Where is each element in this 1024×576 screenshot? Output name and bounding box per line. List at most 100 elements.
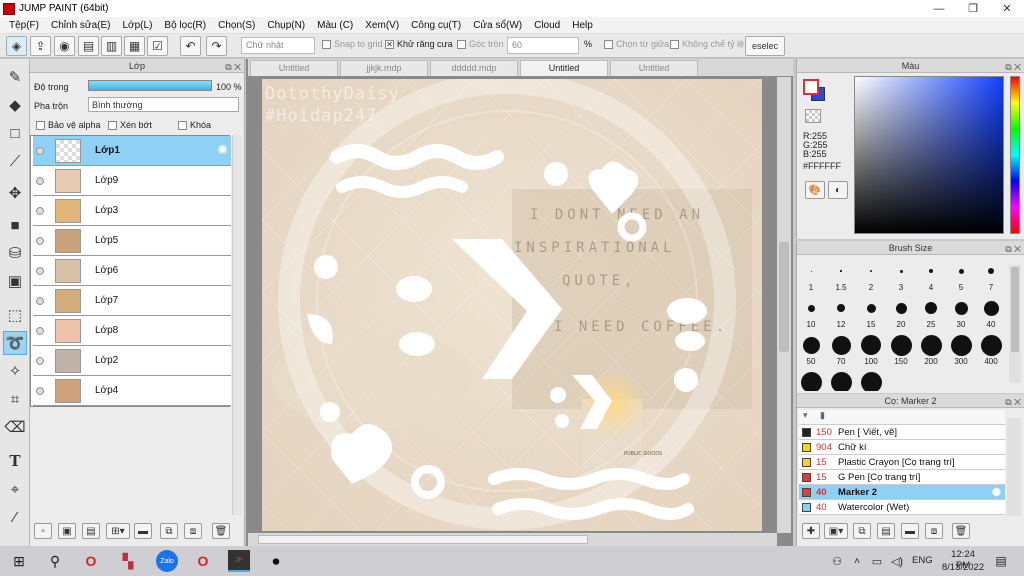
magic-wand-tool-icon[interactable]: ✧	[3, 359, 27, 383]
brush-size-dot[interactable]	[802, 336, 820, 354]
menu-select[interactable]: Chọn(S)	[212, 20, 261, 31]
brush-size-dot[interactable]	[899, 269, 903, 273]
layer-row[interactable]: Lớp5	[33, 226, 231, 256]
people-icon[interactable]: ⚇	[826, 550, 848, 572]
brush-delete-icon[interactable]: 🗑	[952, 523, 970, 539]
brush-item[interactable]: 15 G Pen [Cọ trang trí]	[799, 470, 1005, 485]
clipping-checkbox[interactable]: Xén bớt	[108, 120, 152, 130]
brush-list-scrollbar[interactable]	[1007, 418, 1021, 516]
brush-size-dot[interactable]	[929, 269, 933, 273]
select-eraser-tool-icon[interactable]: ⌫	[3, 415, 27, 439]
panel-close-icon[interactable]: ⧉ ✕	[225, 60, 241, 74]
brush-export-icon[interactable]: ▤	[877, 523, 895, 539]
brush-size-dot[interactable]	[980, 334, 1002, 356]
canvas-artwork[interactable]: I DONT NEED AN INSPIRATIONAL QUOTE, I NE…	[262, 79, 762, 531]
round-corner-input[interactable]: 60	[507, 37, 579, 54]
brush-size-dot[interactable]	[890, 334, 912, 356]
menu-edit[interactable]: Chỉnh sửa(E)	[45, 20, 117, 31]
layer-row[interactable]: Lớp7	[33, 286, 231, 316]
add-layer-menu-icon[interactable]: ⊞▾	[106, 523, 130, 539]
layer-row[interactable]: Lớp2	[33, 346, 231, 376]
zalo-icon[interactable]: Zalo	[156, 550, 178, 572]
brush-size-dot[interactable]	[920, 334, 942, 356]
brush-item[interactable]: 40 Watercolor (Wet)	[799, 500, 1005, 515]
visibility-icon[interactable]	[36, 207, 44, 215]
fill-rect-tool-icon[interactable]: ■	[3, 213, 27, 237]
clock-date[interactable]: 8/13/2022	[939, 562, 987, 573]
brush-item[interactable]: 904 Chữ kí	[799, 440, 1005, 455]
notification-icon[interactable]: ▤	[990, 550, 1012, 572]
canvas-vertical-scrollbar[interactable]	[777, 77, 791, 533]
operation-tool-icon[interactable]: ⌖	[3, 477, 27, 501]
visibility-icon[interactable]	[36, 327, 44, 335]
layer-row[interactable]: Lớp3	[33, 196, 231, 226]
blend-mode-select[interactable]: Bình thường	[88, 97, 239, 112]
lasso-tool-icon[interactable]: ➰	[3, 331, 27, 355]
protect-alpha-checkbox[interactable]: Bảo vệ alpha	[36, 120, 101, 130]
new-layer-icon[interactable]: ▫	[34, 523, 52, 539]
round-corner-checkbox[interactable]: Góc tròn	[457, 39, 504, 49]
tab-document[interactable]: ddddd.mdp	[430, 60, 518, 76]
undo-icon[interactable]: ↶	[180, 36, 201, 56]
new-1bit-layer-icon[interactable]: ▤	[82, 523, 100, 539]
rectangle-tool-icon[interactable]: □	[3, 121, 27, 145]
visibility-icon[interactable]	[36, 297, 44, 305]
brush-size-dot[interactable]	[870, 270, 872, 272]
opacity-slider[interactable]	[88, 80, 212, 91]
saturation-value-picker[interactable]	[854, 76, 1004, 234]
layer-scrollbar[interactable]	[232, 135, 242, 515]
pen-tool-icon[interactable]: ✎	[3, 65, 27, 89]
document-icon[interactable]: ▥	[101, 36, 122, 56]
select-mode-icon[interactable]: ◈	[6, 36, 27, 56]
antialias-checkbox[interactable]: ✕ Khử răng cưa	[385, 39, 453, 49]
new-halftone-layer-icon[interactable]: ▣	[58, 523, 76, 539]
brush-size-dot[interactable]	[830, 371, 852, 391]
line-tool-icon[interactable]: ⟋	[3, 149, 27, 173]
brush-size-dot[interactable]	[831, 335, 851, 355]
canvas-horizontal-scrollbar[interactable]	[248, 533, 777, 546]
layer-row[interactable]: Lớp6	[33, 256, 231, 286]
bucket-tool-icon[interactable]: ⛁	[3, 241, 27, 265]
select-rect-tool-icon[interactable]: ⬚	[3, 303, 27, 327]
volume-icon[interactable]: ◁)	[886, 550, 908, 572]
duplicate-layer-icon[interactable]: ⧉	[160, 523, 178, 539]
visibility-icon[interactable]	[36, 387, 44, 395]
gradient-tool-icon[interactable]: ▣	[3, 269, 27, 293]
merge-layer-icon[interactable]: ⧈	[184, 523, 202, 539]
panel-close-icon[interactable]: ⧉ ✕	[1005, 242, 1021, 256]
message-icon[interactable]: ▤	[78, 36, 99, 56]
menu-layer[interactable]: Lớp(L)	[117, 20, 159, 31]
brush-menu-icon[interactable]: ▣▾	[824, 523, 848, 539]
move-tool-icon[interactable]: ✥	[3, 181, 27, 205]
menu-window[interactable]: Cửa sổ(W)	[467, 20, 528, 31]
brush-size-dot[interactable]	[800, 371, 822, 391]
brush-size-dot[interactable]	[810, 270, 812, 272]
brush-duplicate-icon[interactable]: ⧈	[925, 523, 943, 539]
search-icon[interactable]: ⚲	[44, 550, 66, 572]
menu-file[interactable]: Tệp(F)	[3, 20, 45, 31]
share-icon[interactable]: ⇪	[30, 36, 51, 56]
brush-size-scrollbar[interactable]	[1009, 265, 1021, 383]
brush-item[interactable]: 150 Pen [ Viết, vẽ]	[799, 425, 1005, 440]
redo-icon[interactable]: ↷	[206, 36, 227, 56]
vertical-scroll-thumb[interactable]	[779, 242, 789, 352]
panel-close-icon[interactable]: ⧉ ✕	[1005, 60, 1021, 74]
fixed-ratio-checkbox[interactable]: Không chế tỷ lệ	[670, 39, 744, 49]
menu-view[interactable]: Xem(V)	[359, 20, 405, 31]
brush-folder-icon[interactable]: ▬	[901, 523, 919, 539]
tab-document[interactable]: jjkjk.mdp	[340, 60, 428, 76]
menu-filter[interactable]: Bộ lọc(R)	[158, 20, 212, 31]
comment-icon[interactable]: ◉	[54, 36, 75, 56]
eraser-tool-icon[interactable]: ◆	[3, 93, 27, 117]
app-red-icon[interactable]: ▚	[117, 550, 139, 572]
brush-item[interactable]: 15 Plastic Crayon [Cọ trang trí]	[799, 455, 1005, 470]
layer-settings-icon[interactable]: ✺	[217, 142, 228, 158]
grid-icon[interactable]: ▦	[124, 36, 145, 56]
shape-select[interactable]: Chữ nhật	[241, 37, 315, 54]
menu-cloud[interactable]: Cloud	[528, 20, 566, 31]
visibility-icon[interactable]	[36, 357, 44, 365]
new-folder-icon[interactable]: ▬	[134, 523, 152, 539]
text-tool-icon[interactable]: T	[3, 449, 27, 473]
color-history-icon[interactable]: ◐	[828, 181, 848, 199]
delete-layer-icon[interactable]: 🗑	[212, 523, 230, 539]
